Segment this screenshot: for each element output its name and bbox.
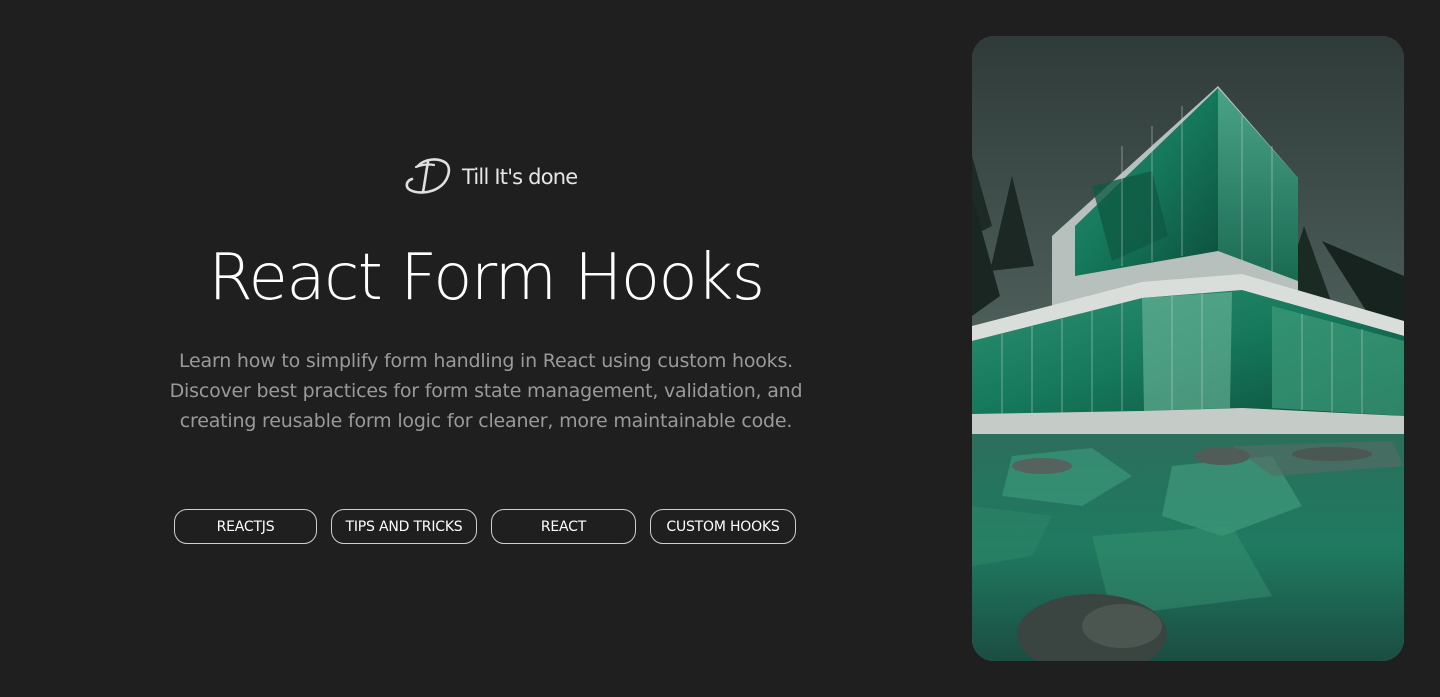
description-line: Discover best practices for form state m…: [169, 380, 803, 402]
description-line: creating reusable form logic for cleaner…: [179, 410, 793, 432]
post-description: Learn how to simplify form handling in R…: [150, 346, 822, 436]
brand-name: Till It's done: [462, 164, 578, 189]
td-monogram-logo-icon: [405, 158, 451, 194]
tag-tips-and-tricks[interactable]: TIPS AND TRICKS: [331, 509, 477, 544]
description-line: Learn how to simplify form handling in R…: [178, 350, 794, 372]
brand[interactable]: Till It's done: [404, 154, 578, 198]
tag-react[interactable]: REACT: [491, 509, 636, 544]
tag-reactjs[interactable]: REACTJS: [174, 509, 317, 544]
page-title: React Form Hooks: [208, 241, 765, 315]
tag-custom-hooks[interactable]: CUSTOM HOOKS: [650, 509, 796, 544]
tag-list: REACTJS TIPS AND TRICKS REACT CUSTOM HOO…: [174, 509, 796, 544]
hero-image: [972, 36, 1404, 661]
hero-text-section: Till It's done React Form Hooks Learn ho…: [0, 0, 972, 697]
building-illustration: [972, 36, 1404, 661]
